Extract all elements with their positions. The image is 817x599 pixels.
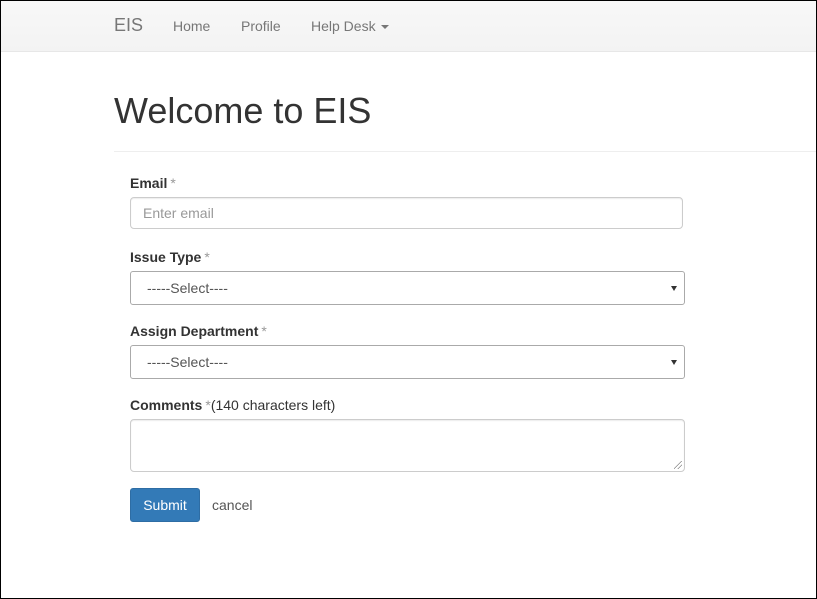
- title-divider: [114, 151, 816, 152]
- assign-department-select[interactable]: -----Select----: [130, 345, 685, 379]
- issue-type-label: Issue Type *: [130, 249, 210, 265]
- browser-frame: EIS Home Profile Help Desk Welcome to EI…: [0, 0, 817, 599]
- required-marker: *: [204, 249, 210, 265]
- issue-type-select[interactable]: -----Select----: [130, 271, 685, 305]
- assign-department-label-text: Assign Department: [130, 323, 259, 339]
- issue-type-selected-value: -----Select----: [147, 280, 228, 296]
- resize-handle-icon[interactable]: [674, 461, 682, 469]
- required-marker: *: [170, 175, 176, 191]
- caret-down-icon: [380, 25, 389, 30]
- nav-home-link[interactable]: Home: [173, 18, 210, 34]
- comments-label-text: Comments: [130, 397, 203, 413]
- assign-department-label: Assign Department *: [130, 323, 267, 339]
- dropdown-arrow-icon: [671, 286, 677, 291]
- characters-left-counter: (140 characters left): [210, 397, 336, 413]
- submit-button[interactable]: Submit: [130, 488, 200, 522]
- email-field-wrapper: [130, 197, 683, 229]
- page-title: Welcome to EIS: [114, 90, 372, 131]
- required-marker: *: [261, 323, 267, 339]
- email-label-text: Email: [130, 175, 168, 191]
- cancel-link[interactable]: cancel: [212, 497, 252, 513]
- comments-textarea[interactable]: [130, 419, 685, 472]
- nav-profile-link[interactable]: Profile: [241, 18, 281, 34]
- top-navbar: EIS Home Profile Help Desk: [1, 1, 816, 52]
- assign-department-selected-value: -----Select----: [147, 354, 228, 370]
- comments-label: Comments *(140 characters left): [130, 397, 335, 413]
- brand-link[interactable]: EIS: [114, 15, 143, 35]
- nav-helpdesk-dropdown[interactable]: Help Desk: [311, 18, 389, 34]
- email-label: Email *: [130, 175, 176, 191]
- nav-helpdesk-label: Help Desk: [311, 18, 376, 34]
- issue-type-label-text: Issue Type: [130, 249, 202, 265]
- dropdown-arrow-icon: [671, 360, 677, 365]
- email-field[interactable]: [131, 198, 682, 228]
